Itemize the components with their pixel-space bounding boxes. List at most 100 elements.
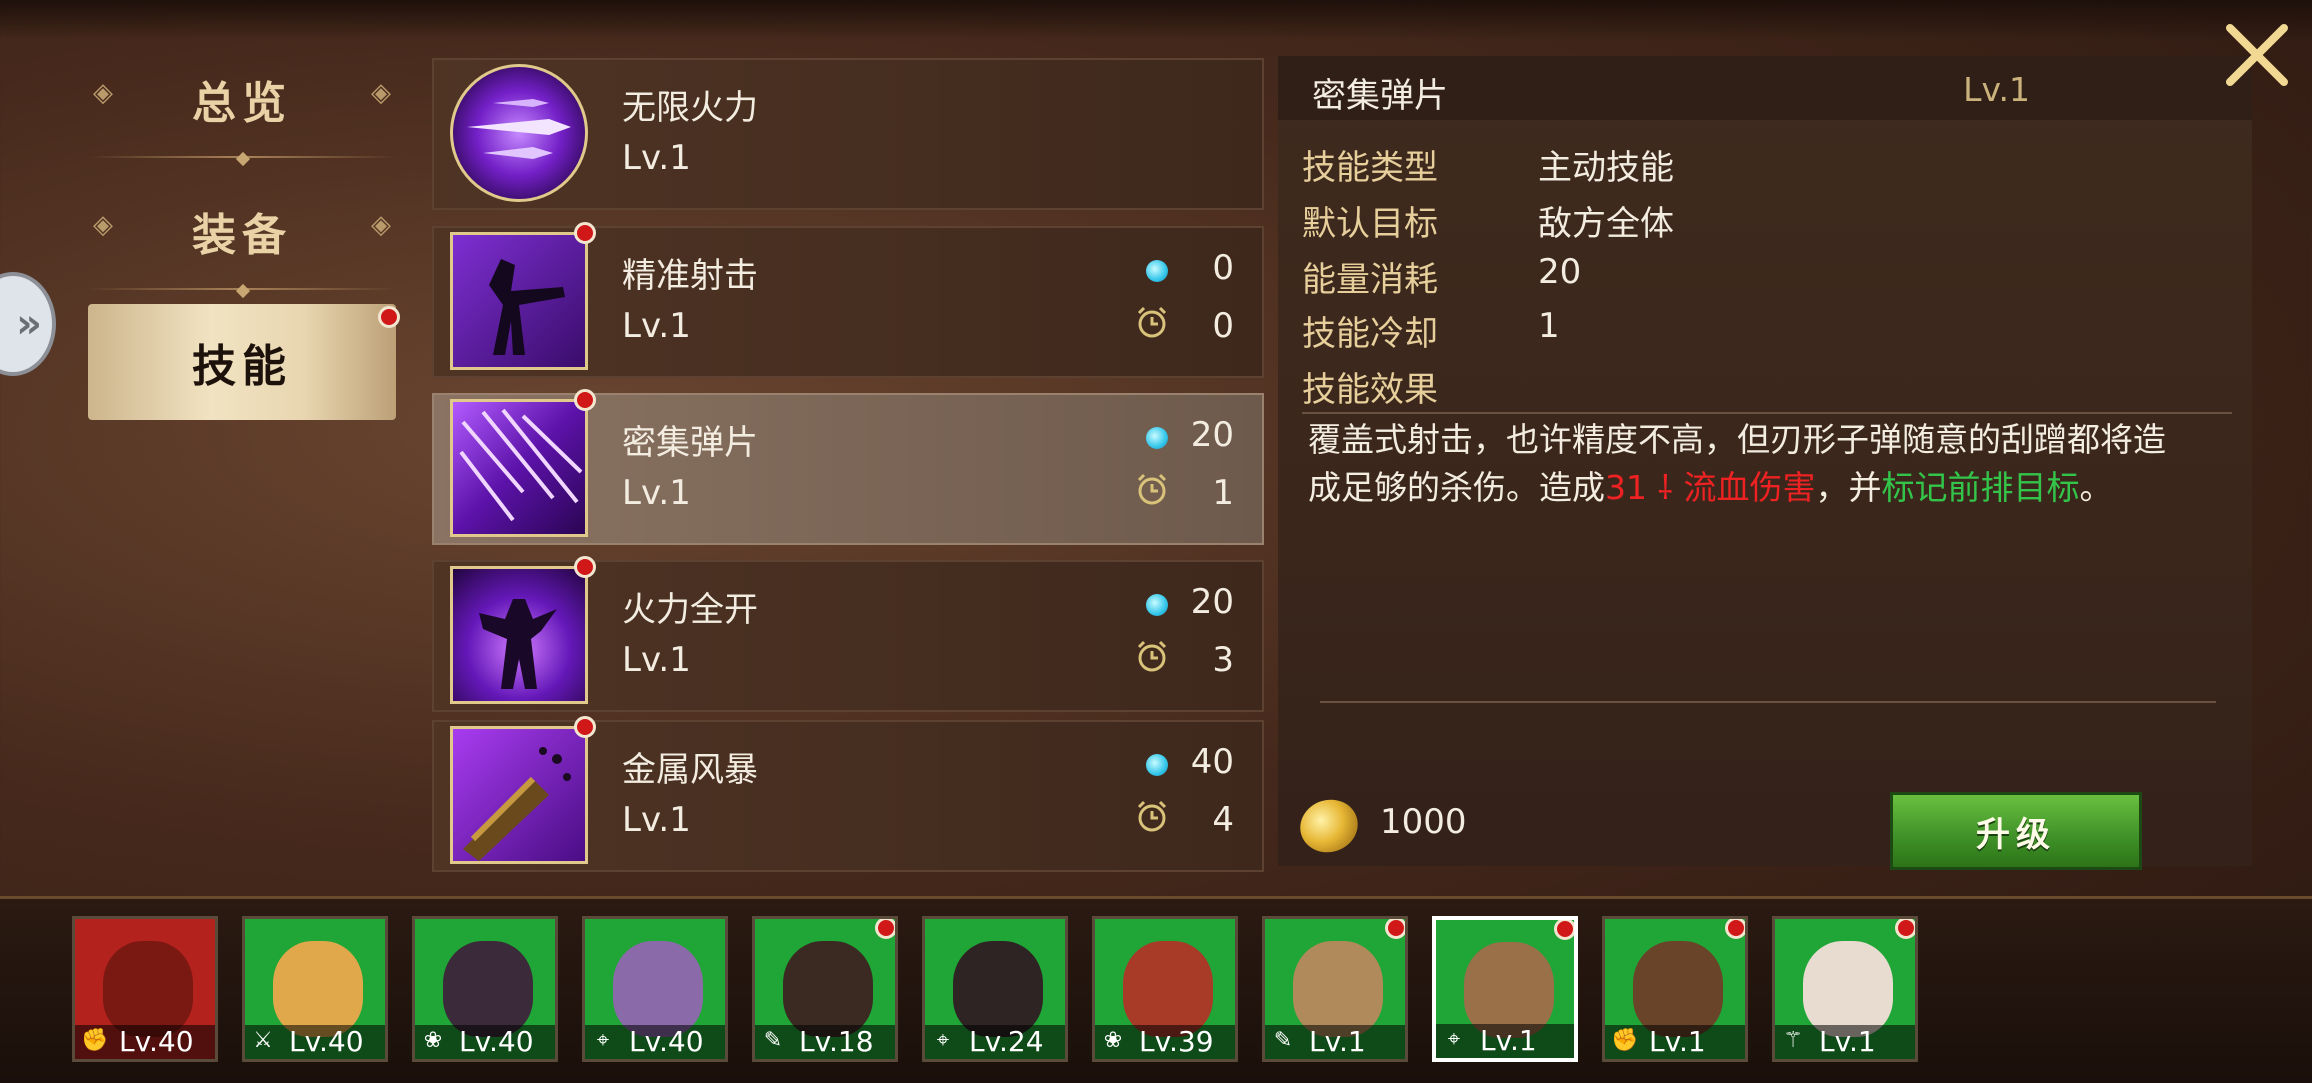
hero-portrait[interactable]: Lv.39 ❀: [1092, 916, 1238, 1062]
cooldown-clock-icon: [1137, 306, 1167, 338]
row-value: 敌方全体: [1538, 204, 1674, 244]
staff-icon: ⚚: [1783, 1028, 1803, 1053]
hero-portrait[interactable]: Lv.1 ✊: [1602, 916, 1748, 1062]
hero-face: [1803, 941, 1893, 1037]
desc-text: 。: [2079, 468, 2113, 507]
cooldown-value: 4: [1212, 800, 1234, 840]
hero-portrait[interactable]: Lv.40 ✊: [72, 916, 218, 1062]
skill-item[interactable]: 精准射击 Lv.1 0 0: [432, 222, 1264, 378]
row-label: 技能冷却: [1302, 314, 1438, 354]
desc-text: ，并: [1815, 468, 1882, 507]
skill-item[interactable]: 火力全开 Lv.1 20 3: [432, 556, 1264, 712]
row-value: 1: [1538, 306, 1560, 346]
row-label: 技能效果: [1302, 370, 1438, 410]
lotus-icon: ❀: [1103, 1028, 1123, 1053]
upgrade-button[interactable]: 升级: [1890, 792, 2142, 870]
energy-icon: [1146, 260, 1168, 282]
fist-icon: ✊: [1611, 1028, 1639, 1053]
detail-title: 密集弹片: [1312, 76, 1448, 116]
hero-portrait[interactable]: Lv.18 ✎: [752, 916, 898, 1062]
tab-label: 总览: [192, 78, 292, 129]
hero-portrait[interactable]: Lv.1 ⚚: [1772, 916, 1918, 1062]
skill-name: 无限火力: [622, 88, 758, 128]
side-panel-toggle[interactable]: »: [0, 272, 56, 376]
sword-icon: ⚔: [253, 1028, 273, 1053]
hero-face: [443, 941, 533, 1037]
notification-dot: [1895, 919, 1915, 939]
skill-name: 金属风暴: [622, 750, 758, 790]
skill-item-selected[interactable]: 密集弹片 Lv.1 20 1: [432, 389, 1264, 545]
skill-item[interactable]: 无限火力 Lv.1: [432, 58, 1264, 210]
divider: [1302, 412, 2232, 414]
skill-level: Lv.1: [622, 640, 691, 680]
skill-name: 精准射击: [622, 256, 758, 296]
cooldown-clock-icon: [1137, 473, 1167, 505]
tab-label: 技能: [192, 341, 292, 392]
tab-equipment[interactable]: ◈ 装备 ◈: [88, 172, 396, 299]
row-value: 主动技能: [1538, 148, 1674, 188]
notification-dot: [875, 919, 895, 939]
hero-face: [1633, 941, 1723, 1037]
fist-icon: ✊: [81, 1028, 109, 1053]
upgrade-cost: 1000: [1380, 802, 1467, 842]
notification-dot: [574, 556, 596, 578]
tab-skills[interactable]: 技能: [88, 304, 400, 420]
tab-label: 装备: [192, 210, 292, 261]
row-label: 技能类型: [1302, 148, 1438, 188]
hero-face: [103, 941, 193, 1037]
double-chevron-icon: »: [16, 301, 42, 347]
notification-dot: [574, 389, 596, 411]
hero-portrait[interactable]: Lv.40 ❀: [412, 916, 558, 1062]
skill-level: Lv.1: [622, 138, 691, 178]
skill-icon-full-firepower: [450, 566, 588, 704]
divider-diamond: [235, 151, 251, 167]
skill-item[interactable]: 金属风暴 Lv.1 40 4: [432, 716, 1264, 872]
detail-level: Lv.1: [1963, 70, 2030, 109]
skill-icon-dense-shrapnel: [450, 399, 588, 537]
hero-portrait[interactable]: Lv.24 ⌖: [922, 916, 1068, 1062]
detail-header: 密集弹片 Lv.1: [1278, 56, 2252, 120]
skill-description: 覆盖式射击，也许精度不高，但刃形子弹随意的刮蹭都将造成足够的杀伤。造成31 ⸸ …: [1308, 416, 2198, 512]
hero-face: [1293, 941, 1383, 1037]
hero-portrait[interactable]: Lv.1 ✎: [1262, 916, 1408, 1062]
notification-dot: [378, 306, 400, 328]
wand-icon: ✎: [763, 1028, 783, 1053]
energy-icon: [1146, 754, 1168, 776]
energy-cost: 0: [1212, 248, 1234, 288]
cooldown-value: 1: [1212, 473, 1234, 513]
crosshair-icon: ⌖: [936, 1028, 950, 1053]
top-fade: [0, 0, 2312, 40]
crosshair-icon: ⌖: [1447, 1027, 1461, 1052]
ornament-icon: ◈: [93, 78, 113, 108]
bleed-icon: ⸸: [1647, 468, 1684, 507]
mark-text: 标记前排目标: [1881, 468, 2080, 507]
energy-icon: [1146, 594, 1168, 616]
hero-portrait[interactable]: Lv.40 ⌖: [582, 916, 728, 1062]
damage-value: 31: [1605, 468, 1647, 507]
tab-overview[interactable]: ◈ 总览 ◈: [88, 40, 396, 167]
wand-icon: ✎: [1273, 1028, 1293, 1053]
skill-icon-precise-shot: [450, 232, 588, 370]
hero-face: [1123, 941, 1213, 1037]
skill-detail-panel: 密集弹片 Lv.1 技能类型 主动技能 默认目标 敌方全体 能量消耗 20 技能…: [1278, 56, 2252, 870]
cooldown-clock-icon: [1137, 800, 1167, 832]
hero-face: [783, 941, 873, 1037]
skill-icon-unlimited-fire: [450, 64, 588, 202]
row-value: 20: [1538, 252, 1582, 292]
ornament-icon: ◈: [371, 210, 391, 240]
crosshair-icon: ⌖: [596, 1028, 610, 1053]
energy-cost: 40: [1190, 742, 1234, 782]
row-label: 能量消耗: [1302, 260, 1438, 300]
hero-portrait-selected[interactable]: Lv.1 ⌖: [1432, 916, 1578, 1062]
cooldown-clock-icon: [1137, 640, 1167, 672]
ornament-icon: ◈: [93, 210, 113, 240]
lotus-icon: ❀: [423, 1028, 443, 1053]
notification-dot: [574, 222, 596, 244]
notification-dot: [574, 716, 596, 738]
bleed-damage-text: 流血伤害: [1683, 468, 1816, 507]
hero-portrait[interactable]: Lv.40 ⚔: [242, 916, 388, 1062]
close-icon[interactable]: [2222, 20, 2292, 90]
divider-diamond: [235, 283, 251, 299]
notification-dot: [1385, 919, 1405, 939]
notification-dot: [1725, 919, 1745, 939]
